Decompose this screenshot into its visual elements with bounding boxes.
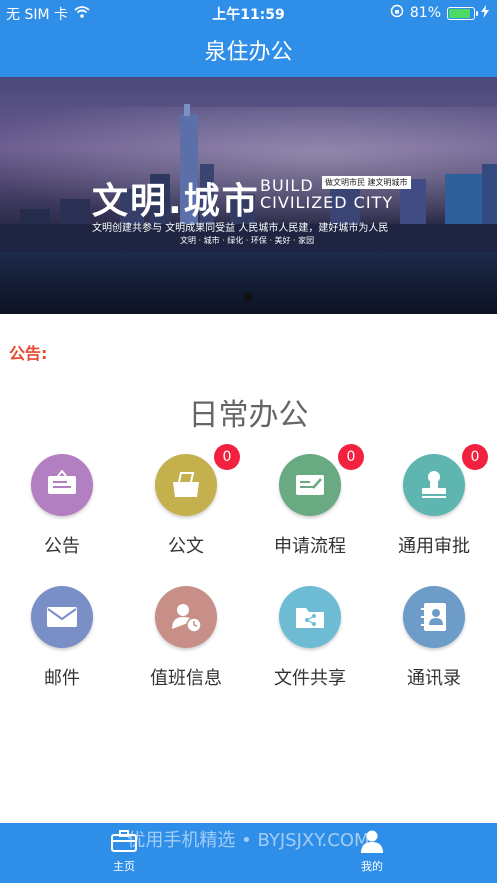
grid-item-label: 通讯录	[407, 668, 461, 689]
banner-subtitle-2: 文明 · 城市 · 绿化 · 环保 · 美好 · 家园	[180, 236, 315, 245]
grid-item-label: 邮件	[44, 668, 80, 689]
notice-label[interactable]: 公告:	[9, 340, 47, 364]
notice-board-icon	[31, 454, 93, 516]
top-bar: 无 SIM 卡 上午11:59 81% 泉住办公	[0, 0, 497, 77]
banner-subtitle: 文明创建共参与 文明成果同受益 人民城市人民建，建好城市为人民	[92, 223, 389, 234]
banner-headline: 文明.城市	[92, 181, 260, 222]
grid-item-application-flow[interactable]: 0 申请流程	[248, 444, 372, 570]
tab-home-label: 主页	[113, 860, 135, 873]
charging-icon	[481, 4, 489, 22]
status-bar: 无 SIM 卡 上午11:59 81%	[0, 0, 497, 26]
grid-item-label: 公告	[44, 536, 80, 557]
carousel-page-indicator[interactable]	[244, 293, 253, 302]
grid-item-document[interactable]: 0 公文	[124, 444, 248, 570]
grid-item-contacts[interactable]: 通讯录	[372, 582, 496, 702]
unread-badge: 0	[214, 444, 240, 470]
edit-form-icon	[279, 454, 341, 516]
banner-tag: 做文明市民 建文明城市	[322, 176, 411, 189]
grid-item-label: 文件共享	[274, 668, 346, 689]
tab-me-label: 我的	[361, 860, 383, 873]
grid-item-general-approval[interactable]: 0 通用审批	[372, 444, 496, 570]
grid-item-notice[interactable]: 公告	[0, 450, 124, 570]
mail-icon	[31, 586, 93, 648]
grid-item-label: 通用审批	[398, 536, 470, 557]
person-clock-icon	[155, 586, 217, 648]
unread-badge: 0	[462, 444, 488, 470]
grid-item-label: 公文	[168, 536, 204, 557]
grid-item-file-share[interactable]: 文件共享	[248, 582, 372, 702]
shared-folder-icon	[279, 586, 341, 648]
rotation-lock-icon	[390, 4, 404, 22]
address-book-icon	[403, 586, 465, 648]
unread-badge: 0	[338, 444, 364, 470]
grid-item-mail[interactable]: 邮件	[0, 582, 124, 702]
page-title: 泉住办公	[204, 40, 293, 65]
battery-percent: 81%	[409, 5, 441, 21]
document-tray-icon	[155, 454, 217, 516]
grid-item-label: 值班信息	[150, 668, 222, 689]
battery-icon	[447, 6, 478, 20]
watermark-text: 优用手机精选 • BYJSJXY.COM	[127, 830, 370, 851]
banner-carousel[interactable]: 文明.城市 BUILD CIVILIZED CITY 做文明市民 建文明城市 文…	[0, 77, 497, 314]
stamp-icon	[403, 454, 465, 516]
section-title: 日常办公	[188, 398, 309, 433]
grid-item-duty-info[interactable]: 值班信息	[124, 582, 248, 702]
grid-item-label: 申请流程	[274, 536, 346, 557]
